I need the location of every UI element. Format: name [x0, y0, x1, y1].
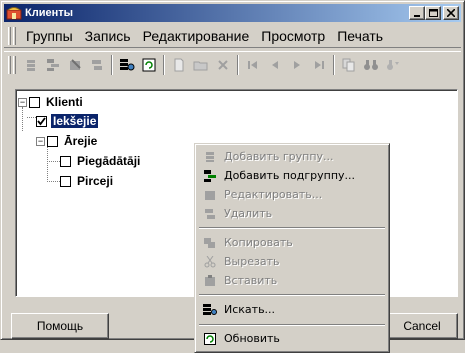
- toolbar: [4, 51, 461, 77]
- title-bar[interactable]: Клиенты: [4, 4, 461, 22]
- window-title: Клиенты: [25, 7, 74, 19]
- tree-checkbox-buyers[interactable]: [60, 175, 71, 187]
- menu-record[interactable]: Запись: [79, 26, 137, 46]
- delete-group-icon[interactable]: [86, 55, 108, 75]
- context-menu: Добавить группу... Добавить подгруппу...…: [194, 143, 390, 353]
- tree-checkbox-inner[interactable]: [36, 115, 47, 127]
- help-button[interactable]: Помощь: [11, 313, 109, 339]
- find-icon[interactable]: [116, 55, 138, 75]
- paste-icon: [202, 274, 218, 288]
- add-subgroup-icon: [202, 169, 218, 183]
- tree-node-root[interactable]: − Klienti: [18, 94, 85, 110]
- ctx-edit[interactable]: Редактировать...: [198, 185, 386, 204]
- copy-icon: [202, 236, 218, 250]
- ctx-copy[interactable]: Копировать: [198, 233, 386, 252]
- minimize-button[interactable]: [409, 6, 425, 20]
- find-icon: [202, 303, 218, 317]
- add-subgroup-icon[interactable]: [42, 55, 64, 75]
- open-record-icon[interactable]: [190, 55, 212, 75]
- tree-checkbox-suppliers[interactable]: [60, 155, 71, 167]
- add-group-icon[interactable]: [20, 55, 42, 75]
- scissors-icon: [202, 255, 218, 269]
- last-record-icon[interactable]: [308, 55, 330, 75]
- add-group-icon: [202, 150, 218, 164]
- first-record-icon[interactable]: [242, 55, 264, 75]
- toolbar-grip[interactable]: [8, 55, 11, 74]
- cancel-button[interactable]: Cancel: [386, 313, 458, 339]
- collapse-icon[interactable]: −: [36, 136, 45, 146]
- next-record-icon[interactable]: [286, 55, 308, 75]
- close-icon: [447, 9, 455, 17]
- delete-record-icon[interactable]: [212, 55, 234, 75]
- ctx-find[interactable]: Искать...: [198, 300, 386, 319]
- ctx-refresh[interactable]: Обновить: [198, 329, 386, 348]
- ctx-delete[interactable]: Удалить: [198, 204, 386, 223]
- edit-icon: [202, 188, 218, 202]
- prev-record-icon[interactable]: [264, 55, 286, 75]
- ctx-cut[interactable]: Вырезать: [198, 252, 386, 271]
- maximize-button[interactable]: [425, 6, 441, 20]
- tree-node-outer[interactable]: − Ārejie: [36, 133, 99, 149]
- refresh-icon[interactable]: [138, 55, 160, 75]
- tree-checkbox-outer[interactable]: [47, 135, 58, 147]
- refresh-icon: [202, 332, 218, 346]
- new-record-icon[interactable]: [168, 55, 190, 75]
- ctx-add-group[interactable]: Добавить группу...: [198, 147, 386, 166]
- menu-view[interactable]: Просмотр: [255, 26, 331, 46]
- menu-edit[interactable]: Редактирование: [137, 26, 256, 46]
- collapse-icon[interactable]: −: [18, 97, 27, 107]
- minimize-icon: [414, 15, 420, 17]
- tree-node-inner[interactable]: Iekšejie: [36, 113, 100, 129]
- find-next-icon[interactable]: [382, 55, 404, 75]
- binoculars-icon[interactable]: [360, 55, 382, 75]
- menubar-grip[interactable]: [8, 26, 11, 45]
- menu-bar: Группы Запись Редактирование Просмотр Пе…: [4, 24, 461, 48]
- close-button[interactable]: [443, 6, 459, 20]
- ctx-paste[interactable]: Вставить: [198, 271, 386, 290]
- tree-node-suppliers[interactable]: Piegādātāji: [60, 153, 142, 169]
- ctx-add-subgroup[interactable]: Добавить подгруппу...: [198, 166, 386, 185]
- edit-group-icon[interactable]: [64, 55, 86, 75]
- checkmark-icon: [37, 116, 46, 125]
- copy-record-icon[interactable]: [338, 55, 360, 75]
- tree-checkbox-root[interactable]: [29, 96, 40, 108]
- menu-groups[interactable]: Группы: [20, 26, 79, 46]
- maximize-icon: [428, 9, 438, 17]
- app-icon: [6, 6, 22, 20]
- menu-print[interactable]: Печать: [331, 26, 389, 46]
- delete-icon: [202, 207, 218, 221]
- tree-node-buyers[interactable]: Pirceji: [60, 173, 115, 189]
